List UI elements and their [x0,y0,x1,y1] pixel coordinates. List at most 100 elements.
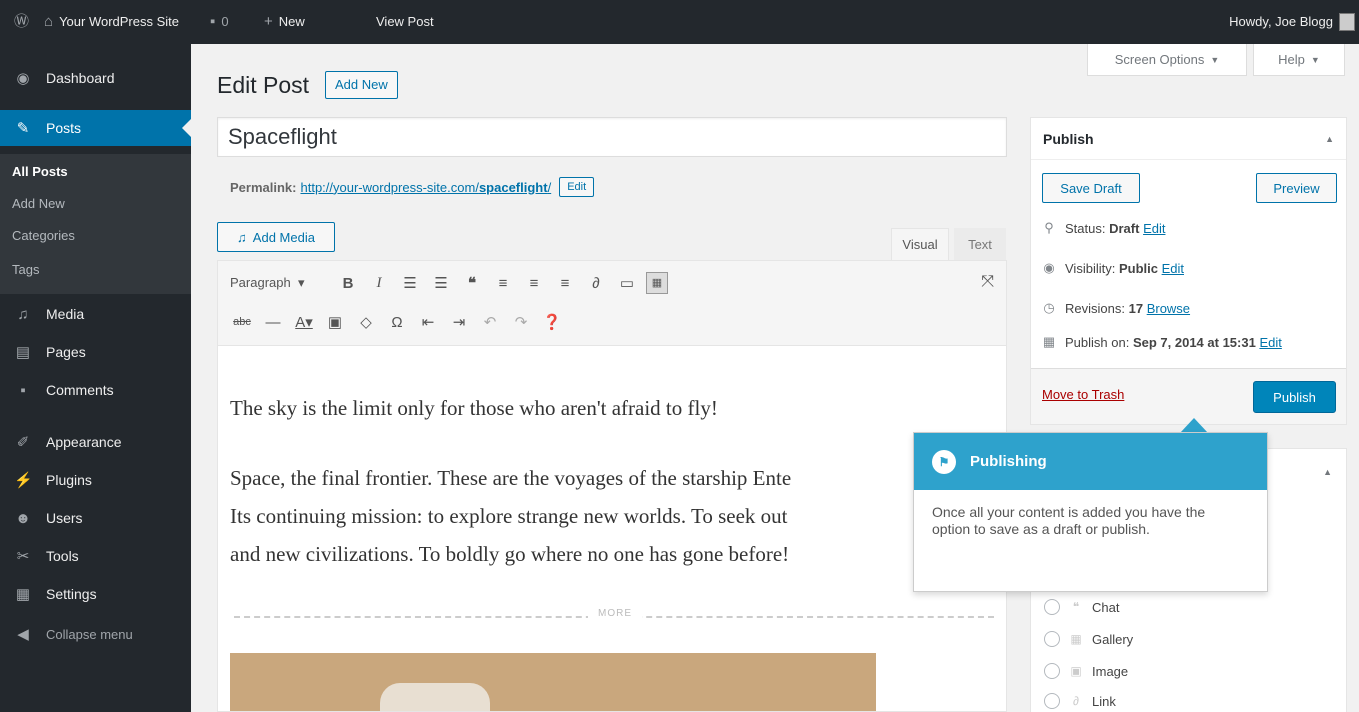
pages-icon: ▤ [15,344,31,361]
caret-up-icon: ▲ [1323,467,1332,477]
content-paragraph: The sky is the limit only for those who … [230,396,718,420]
special-char-icon[interactable]: Ω [385,314,409,331]
format-option-chat[interactable]: ❝ Chat [1044,599,1119,615]
content-paragraph: and new civilizations. To boldly go wher… [230,542,790,566]
gallery-icon: ▦ [1070,632,1082,646]
link-icon: ∂ [1073,694,1079,708]
plug-icon: ⚡ [14,472,33,489]
status-row: ⚲ Status: Draft Edit [1041,220,1165,236]
paste-text-icon[interactable]: ▣ [323,313,347,331]
text-color-icon[interactable]: A▾ [292,313,316,331]
more-label: MORE [588,608,642,619]
comment-icon: ▪ [210,13,216,30]
status-edit-link[interactable]: Edit [1143,221,1165,236]
preview-button[interactable]: Preview [1256,173,1337,203]
permalink: Permalink: http://your-wordpress-site.co… [230,177,595,197]
admin-bar: Ⓦ ⌂ Your WordPress Site ▪ 0 + New View P… [0,0,1359,44]
sidebar-item-comments[interactable]: ▪ Comments [0,372,191,408]
permalink-edit-button[interactable]: Edit [559,177,595,197]
indent-icon[interactable]: ⇥ [447,313,471,331]
redo-icon[interactable]: ↷ [509,313,533,331]
link-icon[interactable]: ∂ [584,275,608,292]
submenu-add-new[interactable]: Add New [0,196,65,211]
read-more-icon[interactable]: ▭ [615,274,639,292]
sidebar-item-media[interactable]: ♫ Media [0,296,191,332]
align-right-icon[interactable]: ≡ [553,275,577,292]
help-icon[interactable]: ❓ [540,313,564,331]
distraction-free-icon[interactable]: ⤧ [981,273,994,291]
toolbar-row-2: abc — A▾ ▣ ◇ Ω ⇤ ⇥ ↶ ↷ ❓ [230,307,571,337]
align-center-icon[interactable]: ≡ [522,275,546,292]
wordpress-logo-icon[interactable]: Ⓦ [14,0,29,44]
admin-bar-account[interactable]: Howdy, Joe Blogg [1229,0,1355,44]
publish-box-footer: Move to Trash Publish [1031,368,1346,424]
add-new-button[interactable]: Add New [325,71,398,99]
format-select[interactable]: Paragraph ▾ [230,275,326,291]
toolbar-row-1: Paragraph ▾ B I ☰ ☰ ❝ ≡ ≡ ≡ ∂ ▭ ▦ [230,268,675,298]
admin-bar-view-post[interactable]: View Post [376,0,434,44]
sidebar-item-plugins[interactable]: ⚡ Plugins [0,462,191,498]
posts-submenu: All Posts Add New Categories [0,154,191,252]
align-left-icon[interactable]: ≡ [491,275,515,292]
browse-revisions-link[interactable]: Browse [1147,301,1190,316]
flag-icon: ⚑ [932,449,956,474]
publish-date-edit-link[interactable]: Edit [1259,335,1281,350]
visibility-row: ◉ Visibility: Public Edit [1041,260,1184,276]
admin-sidebar: ◉ Dashboard ✎ Posts All Posts Add New Ca… [0,44,191,712]
visibility-edit-link[interactable]: Edit [1162,261,1184,276]
save-draft-button[interactable]: Save Draft [1042,173,1140,203]
tab-visual[interactable]: Visual [891,228,949,260]
strikethrough-icon[interactable]: abc [230,316,254,328]
submenu-tags-row: Tags [0,252,191,294]
caret-down-icon: ▼ [1310,54,1320,65]
format-option-gallery[interactable]: ▦ Gallery [1044,631,1133,647]
sidebar-item-dashboard[interactable]: ◉ Dashboard [0,60,191,96]
toolbar-toggle-icon[interactable]: ▦ [646,272,668,294]
dashboard-icon: ◉ [16,70,30,87]
format-option-link[interactable]: ∂ Link [1044,693,1116,709]
permalink-link[interactable]: http://your-wordpress-site.com/spaceflig… [300,180,551,195]
radio-button[interactable] [1044,663,1060,679]
bulleted-list-icon[interactable]: ☰ [398,274,422,292]
add-media-button[interactable]: ♫ Add Media [217,222,335,252]
bold-icon[interactable]: B [336,275,360,292]
media-icon: ♫ [17,305,29,323]
radio-button[interactable] [1044,631,1060,647]
blockquote-icon[interactable]: ❝ [460,274,484,292]
format-option-image[interactable]: ▣ Image [1044,663,1128,679]
numbered-list-icon[interactable]: ☰ [429,274,453,292]
sidebar-item-users[interactable]: ☻ Users [0,500,191,536]
submenu-all-posts[interactable]: All Posts [12,164,68,179]
publish-box-header[interactable]: Publish ▲ [1031,118,1346,160]
collapse-menu-button[interactable]: ◀ Collapse menu [0,616,191,652]
outdent-icon[interactable]: ⇤ [416,313,440,331]
admin-bar-comments[interactable]: ▪ 0 [210,0,229,44]
clear-format-icon[interactable]: ◇ [354,313,378,331]
admin-bar-site-link[interactable]: ⌂ Your WordPress Site [44,0,179,44]
radio-button[interactable] [1044,599,1060,615]
publish-button[interactable]: Publish [1253,381,1336,413]
editor-content[interactable]: The sky is the limit only for those who … [217,346,1007,712]
avatar [1339,13,1355,31]
horizontal-line-icon[interactable]: — [261,314,285,331]
sidebar-item-appearance[interactable]: ✐ Appearance [0,424,191,460]
content-image[interactable] [230,653,876,711]
sidebar-item-settings[interactable]: ▦ Settings [0,576,191,612]
help-button[interactable]: Help ▼ [1253,44,1345,76]
radio-button[interactable] [1044,693,1060,709]
sidebar-item-pages[interactable]: ▤ Pages [0,334,191,370]
italic-icon[interactable]: I [367,275,391,292]
sidebar-item-tools[interactable]: ✂ Tools [0,538,191,574]
screen-options-button[interactable]: Screen Options ▼ [1087,44,1247,76]
admin-bar-new[interactable]: + New [264,0,305,44]
sidebar-item-posts[interactable]: ✎ Posts [0,110,191,146]
move-to-trash-link[interactable]: Move to Trash [1042,387,1124,402]
pin-icon: ✎ [16,120,30,137]
tab-text[interactable]: Text [954,228,1006,260]
post-title-input[interactable]: Spaceflight [217,117,1007,157]
settings-icon: ▦ [15,586,31,603]
undo-icon[interactable]: ↶ [478,313,502,331]
submenu-tags[interactable]: Tags [12,262,39,277]
pin-icon: ⚲ [1044,220,1054,235]
submenu-categories[interactable]: Categories [0,228,75,243]
